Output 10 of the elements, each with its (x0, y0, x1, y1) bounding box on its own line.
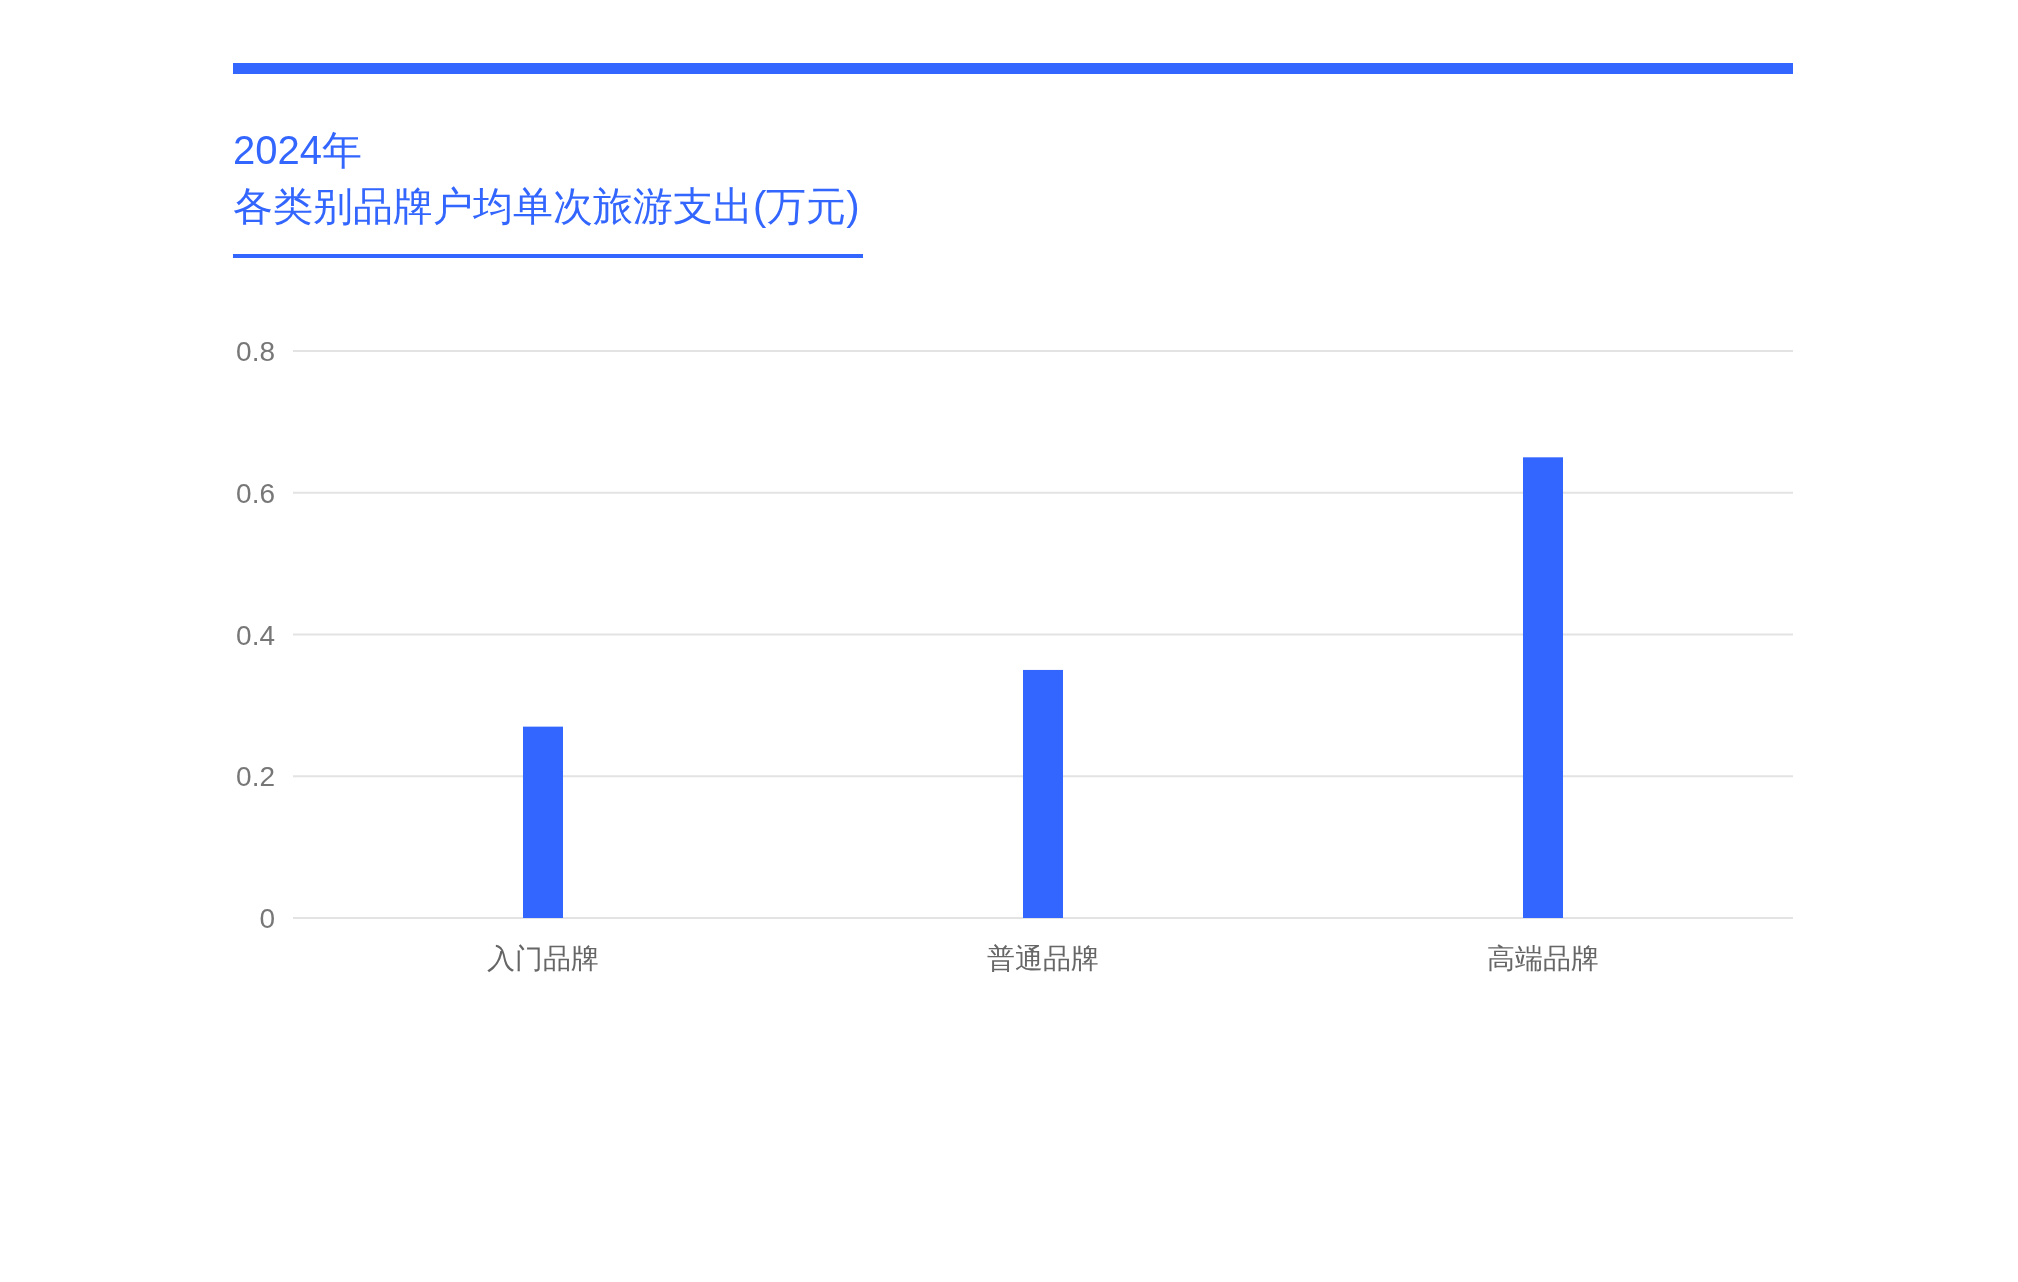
x-category-label: 高端品牌 (1487, 942, 1599, 976)
y-tick-label: 0 (259, 903, 275, 928)
x-category-label: 普通品牌 (987, 942, 1099, 976)
y-tick-label: 0.8 (236, 336, 275, 367)
chart-year: 2024年 (233, 127, 362, 174)
chart-title: 各类别品牌户均单次旅游支出(万元) (233, 183, 860, 230)
x-category-label: 入门品牌 (487, 942, 599, 976)
y-tick-label: 0.4 (236, 619, 275, 651)
y-tick-label: 0.6 (236, 477, 275, 509)
y-tick-label: 0.2 (236, 761, 275, 793)
